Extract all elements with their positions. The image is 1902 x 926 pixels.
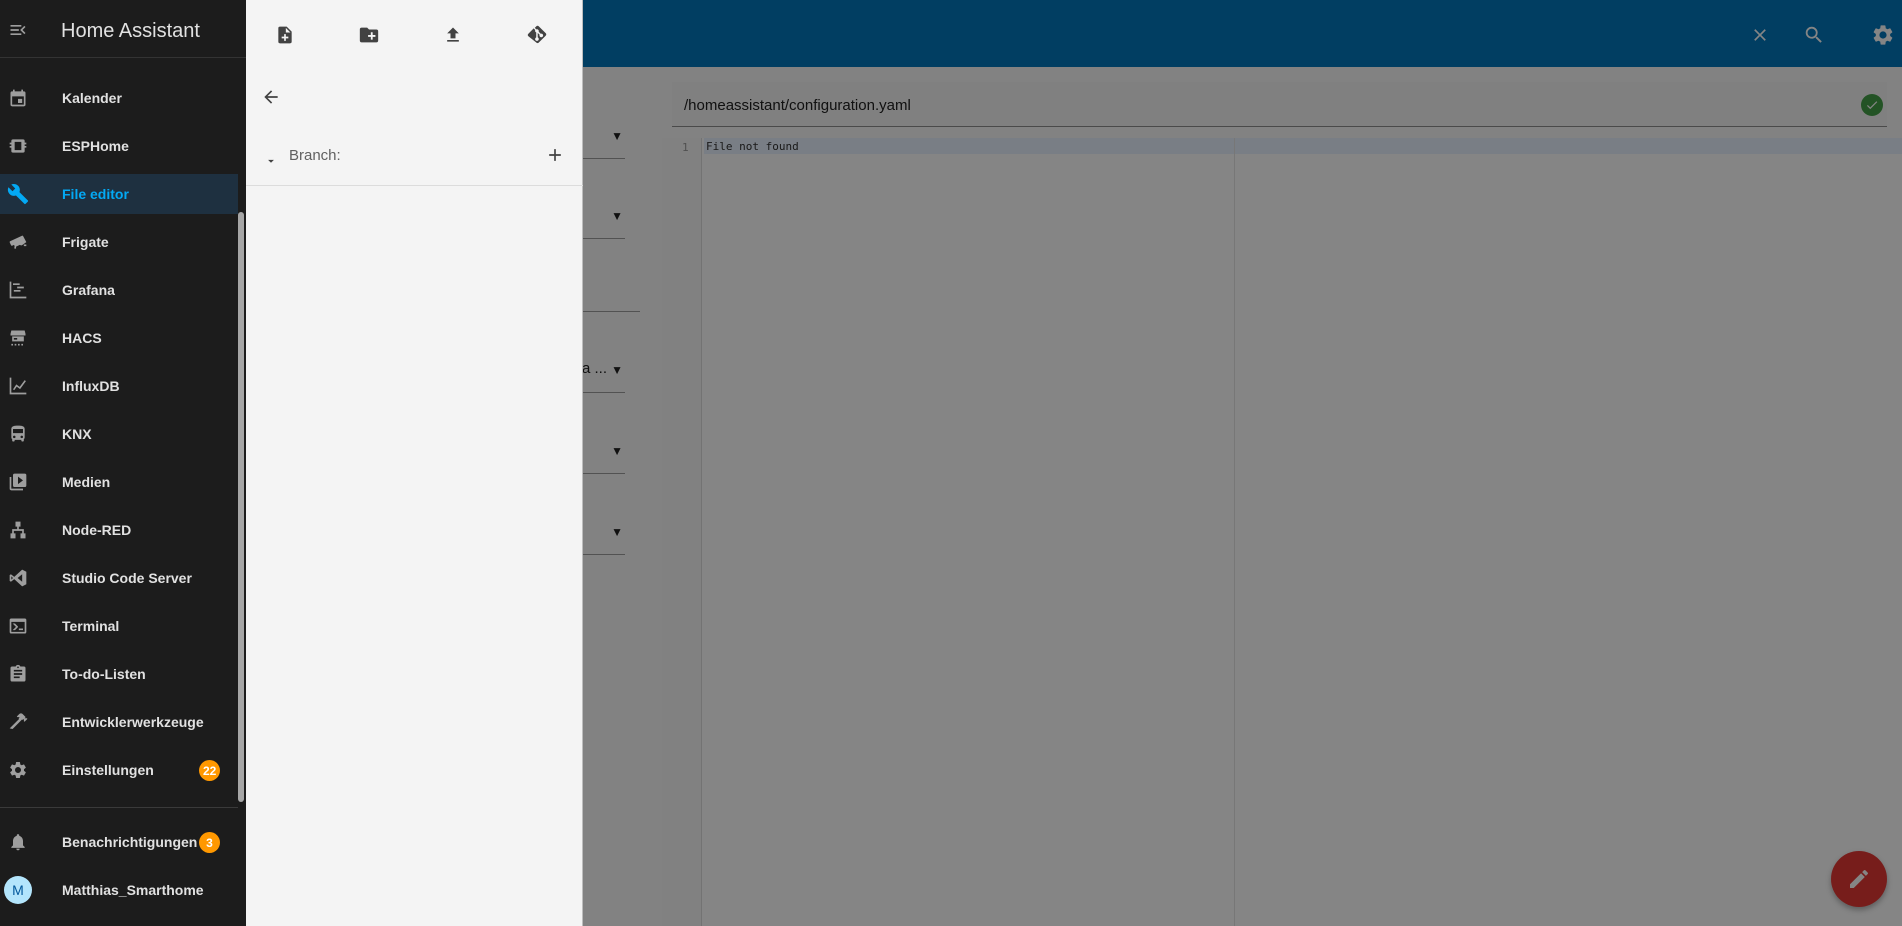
sidebar-item-label: File editor bbox=[62, 186, 129, 202]
sidebar-item-medien[interactable]: Medien bbox=[0, 462, 238, 502]
chart-timeline-icon bbox=[6, 278, 30, 302]
sidebar-item-label: To-do-Listen bbox=[62, 666, 146, 682]
clipboard-list-icon bbox=[6, 662, 30, 686]
avatar: M bbox=[4, 876, 32, 904]
sidebar-item-einstellungen[interactable]: Einstellungen 22 bbox=[0, 750, 238, 790]
vscode-icon bbox=[6, 566, 30, 590]
settings-count-badge: 22 bbox=[199, 760, 221, 781]
branch-label: Branch: bbox=[289, 147, 341, 164]
sidebar-item-label: Medien bbox=[62, 474, 111, 490]
sidebar-item-label: Kalender bbox=[62, 90, 122, 106]
sidebar-item-grafana[interactable]: Grafana bbox=[0, 270, 238, 310]
sidebar-item-node-red[interactable]: Node-RED bbox=[0, 510, 238, 550]
sidebar-item-label: Benachrichtigungen bbox=[62, 834, 198, 850]
cctv-icon bbox=[6, 230, 30, 254]
sidebar-item-label: Einstellungen bbox=[62, 762, 154, 778]
sidebar-item-label: Entwicklerwerkzeuge bbox=[62, 714, 204, 730]
sidebar-divider bbox=[0, 807, 238, 808]
sidebar-item-label: InfluxDB bbox=[62, 378, 120, 394]
sidebar-item-esphome[interactable]: ESPHome bbox=[0, 126, 238, 166]
sidebar-item-influxdb[interactable]: InfluxDB bbox=[0, 366, 238, 406]
app-title: Home Assistant bbox=[61, 20, 200, 42]
sidebar-item-user[interactable]: M Matthias_Smarthome bbox=[0, 870, 238, 910]
sidebar-item-terminal[interactable]: Terminal bbox=[0, 606, 238, 646]
sidebar-item-hacs[interactable]: HACS bbox=[0, 318, 238, 358]
cog-icon bbox=[6, 758, 30, 782]
user-name: Matthias_Smarthome bbox=[62, 882, 204, 898]
sidebar-item-file-editor[interactable]: File editor bbox=[0, 174, 238, 214]
console-icon bbox=[6, 614, 30, 638]
sidebar-scrollbar[interactable] bbox=[238, 212, 244, 802]
sidebar-item-studio-code-server[interactable]: Studio Code Server bbox=[0, 558, 238, 598]
sidebar-item-label: Node-RED bbox=[62, 522, 132, 538]
caret-down-icon[interactable] bbox=[264, 154, 278, 173]
sidebar-item-label: Studio Code Server bbox=[62, 570, 192, 586]
wrench-icon bbox=[6, 182, 30, 206]
calendar-icon bbox=[6, 86, 30, 110]
sidebar-item-kalender[interactable]: Kalender bbox=[0, 78, 238, 118]
sidebar-item-to-do-listen[interactable]: To-do-Listen bbox=[0, 654, 238, 694]
chart-areaspline-icon bbox=[6, 374, 30, 398]
new-folder-icon[interactable] bbox=[351, 20, 387, 50]
file-browser-panel: Branch: bbox=[246, 0, 583, 926]
sidebar-item-label: Grafana bbox=[62, 282, 115, 298]
hammer-icon bbox=[6, 710, 30, 734]
sidebar-header: Home Assistant bbox=[0, 0, 246, 58]
git-icon[interactable] bbox=[519, 20, 555, 50]
play-box-multiple-icon bbox=[6, 470, 30, 494]
hacs-icon bbox=[6, 326, 30, 350]
sidebar-item-frigate[interactable]: Frigate bbox=[0, 222, 238, 262]
upload-icon[interactable] bbox=[435, 20, 471, 50]
sidebar-item-entwicklerwerkzeuge[interactable]: Entwicklerwerkzeuge bbox=[0, 702, 238, 742]
add-branch-icon[interactable] bbox=[543, 143, 567, 167]
sidebar-item-label: Frigate bbox=[62, 234, 109, 250]
chip-icon bbox=[6, 134, 30, 158]
new-file-icon[interactable] bbox=[267, 20, 303, 50]
branch-row[interactable]: Branch: bbox=[246, 138, 583, 186]
menu-collapse-icon[interactable] bbox=[6, 18, 30, 42]
sidebar-item-notifications[interactable]: Benachrichtigungen 3 bbox=[0, 822, 238, 862]
sidebar-item-label: Terminal bbox=[62, 618, 120, 634]
back-arrow-icon[interactable] bbox=[256, 82, 286, 112]
sidebar-item-knx[interactable]: KNX bbox=[0, 414, 238, 454]
bus-icon bbox=[6, 422, 30, 446]
sidebar-item-label: ESPHome bbox=[62, 138, 129, 154]
sidebar-item-label: KNX bbox=[62, 426, 92, 442]
sitemap-icon bbox=[6, 518, 30, 542]
sidebar-item-label: HACS bbox=[62, 330, 102, 346]
notifications-count-badge: 3 bbox=[199, 832, 220, 853]
bell-icon bbox=[6, 830, 30, 854]
sidebar: Home Assistant Kalender ESPHome File edi… bbox=[0, 0, 246, 926]
